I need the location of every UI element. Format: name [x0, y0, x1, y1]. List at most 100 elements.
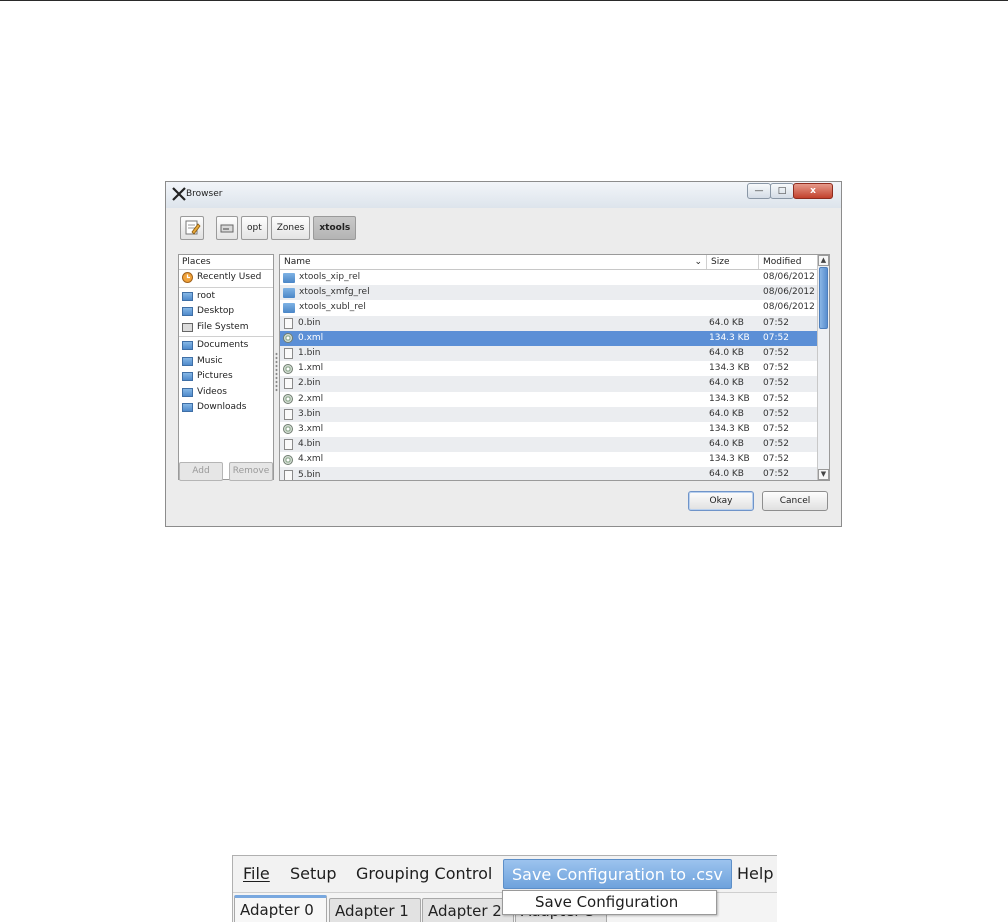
file-row[interactable]: 2.bin 64.0 KB 07:52 [280, 376, 829, 392]
sort-chevron-down-icon: ⌄ [694, 257, 702, 267]
file-size: 134.3 KB [709, 423, 750, 434]
file-name: 0.xml [298, 332, 324, 343]
dialog-title: Browser [186, 189, 223, 199]
folder-icon [283, 272, 295, 283]
scroll-up-arrow-icon[interactable]: ▲ [818, 255, 829, 266]
xml-file-icon [283, 424, 293, 435]
place-desktop[interactable]: Desktop [179, 304, 273, 320]
menu-bar: File Setup Grouping Control Save Configu… [233, 856, 777, 892]
place-label: Desktop [197, 306, 235, 317]
file-modified: 07:52 [763, 393, 789, 404]
file-modified: 07:52 [763, 317, 789, 328]
scroll-down-arrow-icon[interactable]: ▼ [818, 469, 829, 480]
file-size: 134.3 KB [709, 393, 750, 404]
crumb-zones[interactable]: Zones [270, 216, 311, 240]
scroll-thumb[interactable] [819, 267, 828, 329]
file-row[interactable]: 3.xml 134.3 KB 07:52 [280, 422, 829, 437]
xml-file-icon [283, 333, 293, 344]
file-size: 64.0 KB [709, 347, 744, 358]
title-bar[interactable]: Browser — □ x [166, 182, 841, 208]
file-row[interactable]: 2.xml 134.3 KB 07:52 [280, 392, 829, 407]
menu-save-configuration-csv[interactable]: Save Configuration to .csv [503, 859, 732, 889]
column-size[interactable]: Size [707, 255, 759, 269]
okay-button[interactable]: Okay [688, 491, 754, 511]
add-place-button[interactable]: Add [179, 462, 223, 481]
document-icon [284, 378, 293, 390]
menu-grouping-control[interactable]: Grouping Control [348, 859, 500, 889]
file-modified: 07:52 [763, 439, 789, 450]
column-name-label: Name [284, 257, 311, 267]
place-pictures[interactable]: Pictures [179, 369, 273, 385]
column-modified[interactable]: Modified [759, 255, 815, 269]
place-label: Downloads [197, 402, 247, 413]
file-size: 64.0 KB [709, 378, 744, 389]
menu-label: Save Configuration to .csv [512, 865, 723, 884]
file-name-cell: 3.xml [280, 422, 707, 437]
file-name-cell: 1.bin [280, 346, 707, 361]
file-size [707, 285, 759, 300]
file-name: 2.xml [298, 393, 324, 404]
folder-icon [283, 302, 295, 313]
file-row[interactable]: 0.bin 64.0 KB 07:52 [280, 315, 829, 331]
file-name-cell: xtools_xmfg_rel [280, 285, 707, 300]
page-top-rule [0, 0, 1008, 1]
window-controls: — □ x [747, 183, 833, 201]
crumb-xtools[interactable]: xtools [313, 216, 357, 240]
crumb-opt[interactable]: opt [241, 216, 268, 240]
minimize-button[interactable]: — [747, 183, 771, 199]
videos-folder-icon [182, 387, 193, 397]
tab-adapter-0[interactable]: Adapter 0 [234, 895, 327, 922]
maximize-button[interactable]: □ [770, 183, 794, 199]
file-size: 64.0 KB [709, 469, 744, 480]
place-file-system[interactable]: File System [179, 320, 273, 336]
file-list-scrollbar[interactable]: ▲ ▼ [817, 255, 829, 480]
file-row[interactable]: 4.bin 64.0 KB 07:52 [280, 437, 829, 453]
crumb-root-drive[interactable] [216, 216, 238, 240]
file-row[interactable]: 3.bin 64.0 KB 07:52 [280, 406, 829, 422]
browser-dialog: Browser — □ x opt Zones xtools Places Re… [165, 181, 842, 527]
file-name-cell: 4.xml [280, 452, 707, 467]
xml-file-icon [283, 394, 293, 405]
file-size: 134.3 KB [709, 363, 750, 374]
file-name: xtools_xip_rel [299, 272, 361, 283]
remove-place-button[interactable]: Remove [229, 462, 273, 481]
file-row[interactable]: xtools_xip_rel 08/06/2012 [280, 270, 829, 285]
downloads-folder-icon [182, 403, 193, 413]
file-rows: xtools_xip_rel 08/06/2012 xtools_xmfg_rel 0… [280, 270, 829, 480]
file-row[interactable]: 1.xml 134.3 KB 07:52 [280, 361, 829, 376]
menu-file[interactable]: File [235, 859, 278, 889]
file-modified: 08/06/2012 [763, 302, 815, 313]
close-button[interactable]: x [793, 183, 833, 199]
menu-setup[interactable]: Setup [282, 859, 345, 889]
place-downloads[interactable]: Downloads [179, 400, 273, 416]
pane-splitter-handle[interactable] [275, 352, 278, 392]
dropdown-item-save-configuration[interactable]: Save Configuration [502, 890, 717, 915]
file-modified: 08/06/2012 [763, 287, 815, 298]
place-documents[interactable]: Documents [179, 338, 273, 354]
tab-adapter-2[interactable]: Adapter 2 [422, 898, 514, 922]
file-modified: 07:52 [763, 363, 789, 374]
file-row[interactable]: 4.xml 134.3 KB 07:52 [280, 452, 829, 467]
file-row[interactable]: 0.xml 134.3 KB 07:52 [280, 330, 829, 346]
file-row[interactable]: xtools_xmfg_rel 08/06/2012 [280, 285, 829, 301]
place-label: Music [197, 355, 223, 366]
edit-location-button[interactable] [180, 216, 204, 240]
drive-icon [182, 322, 193, 332]
place-music[interactable]: Music [179, 354, 273, 370]
file-modified: 08/06/2012 [763, 272, 815, 282]
home-folder-icon [182, 291, 193, 301]
file-size: 64.0 KB [709, 408, 744, 419]
cancel-button[interactable]: Cancel [762, 491, 828, 511]
place-videos[interactable]: Videos [179, 385, 273, 401]
file-name: 5.bin [298, 469, 321, 480]
place-root[interactable]: root [179, 289, 273, 305]
file-row[interactable]: 5.bin 64.0 KB 07:52 [280, 467, 829, 480]
file-row[interactable]: xtools_xubl_rel 08/06/2012 [280, 300, 829, 315]
place-label: Documents [197, 340, 249, 351]
file-row[interactable]: 1.bin 64.0 KB 07:52 [280, 345, 829, 362]
xml-file-icon [283, 454, 293, 465]
place-recently-used[interactable]: Recently Used [179, 270, 273, 286]
menu-help[interactable]: Help [729, 859, 777, 889]
column-name[interactable]: Name ⌄ [280, 255, 707, 269]
tab-adapter-1[interactable]: Adapter 1 [329, 898, 421, 922]
